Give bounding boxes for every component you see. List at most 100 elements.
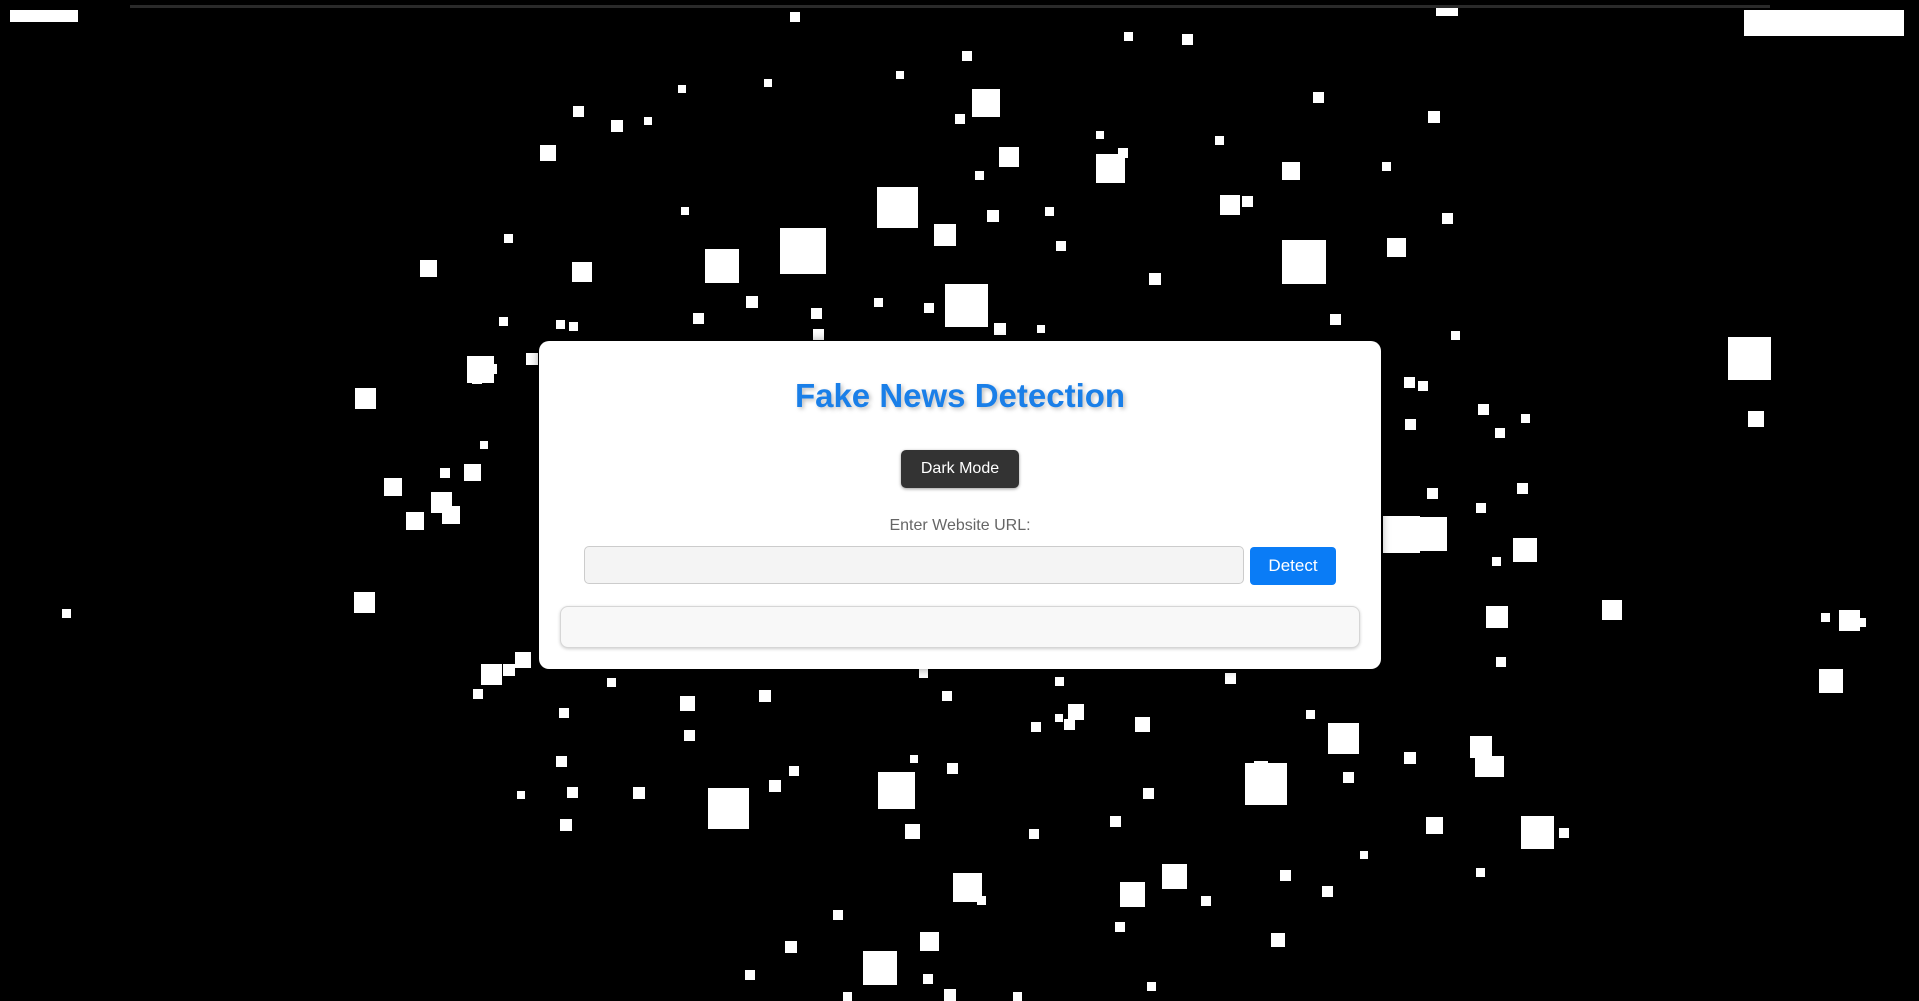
particle-square xyxy=(1517,483,1528,494)
particle-square xyxy=(10,10,78,22)
particle-square xyxy=(1118,148,1128,158)
url-field-label: Enter Website URL: xyxy=(889,517,1031,534)
particle-square xyxy=(1404,752,1416,764)
result-output xyxy=(560,606,1360,648)
particle-square xyxy=(1492,557,1501,566)
particle-square xyxy=(1602,600,1622,620)
particle-square xyxy=(746,296,758,308)
detection-card: Fake News Detection Dark Mode Enter Webs… xyxy=(539,341,1381,669)
particle-square xyxy=(920,932,939,951)
particle-square xyxy=(863,951,897,985)
particle-square xyxy=(1245,763,1287,805)
particle-square xyxy=(1496,657,1506,667)
particle-square xyxy=(680,696,695,711)
particle-square xyxy=(934,224,956,246)
particle-square xyxy=(1360,851,1368,859)
particle-square xyxy=(945,284,988,327)
particle-square xyxy=(947,763,958,774)
particle-square xyxy=(499,317,508,326)
particle-square xyxy=(1427,488,1438,499)
particle-square xyxy=(1442,213,1453,224)
particle-square xyxy=(354,592,375,613)
particle-square xyxy=(1110,816,1121,827)
particle-square xyxy=(923,974,933,984)
page-title: Fake News Detection xyxy=(794,377,1126,414)
particle-square xyxy=(406,512,424,530)
particle-square xyxy=(972,89,1000,117)
particle-square xyxy=(1728,337,1771,380)
particle-square xyxy=(1295,258,1311,274)
particle-square xyxy=(1313,92,1324,103)
particle-square xyxy=(1143,788,1154,799)
particle-square xyxy=(1201,896,1211,906)
particle-square xyxy=(473,689,483,699)
particle-square xyxy=(962,51,972,61)
particle-square xyxy=(569,322,578,331)
particle-square xyxy=(1405,419,1416,430)
particle-square xyxy=(874,298,883,307)
particle-square xyxy=(1162,864,1187,889)
particle-square xyxy=(526,353,538,365)
particle-square xyxy=(517,791,525,799)
particle-square xyxy=(910,755,918,763)
particle-square xyxy=(1404,377,1415,388)
particle-square xyxy=(1242,196,1253,207)
particle-square xyxy=(644,117,652,125)
particle-square xyxy=(1426,817,1443,834)
particle-square xyxy=(556,756,567,767)
particle-square xyxy=(1486,606,1508,628)
particle-square xyxy=(769,780,781,792)
particle-square xyxy=(1436,8,1458,16)
particle-square xyxy=(955,114,965,124)
particle-square xyxy=(480,441,488,449)
particle-square xyxy=(833,910,843,920)
particle-square xyxy=(1495,428,1505,438)
particle-square xyxy=(1387,238,1406,257)
particle-square xyxy=(1521,816,1554,849)
particle-square xyxy=(572,262,592,282)
particle-square xyxy=(611,120,623,132)
particle-square xyxy=(567,787,578,798)
particle-square xyxy=(1008,149,1016,157)
particle-square xyxy=(708,788,749,829)
particle-square xyxy=(924,303,934,313)
particle-square xyxy=(515,652,531,668)
particle-square xyxy=(1225,673,1236,684)
particle-square xyxy=(1149,273,1161,285)
particle-square xyxy=(919,669,928,678)
detect-button[interactable]: Detect xyxy=(1250,547,1336,585)
particle-square xyxy=(705,249,739,283)
particle-square xyxy=(975,171,984,180)
particle-square xyxy=(811,308,822,319)
particle-square xyxy=(843,992,852,1001)
particle-square xyxy=(944,989,956,1001)
particle-square xyxy=(384,478,402,496)
particle-square xyxy=(1418,381,1428,391)
particle-square xyxy=(1478,404,1489,415)
particle-square xyxy=(559,708,569,718)
particle-square xyxy=(1055,714,1063,722)
particle-square xyxy=(1819,669,1843,693)
particle-square xyxy=(503,664,515,676)
particle-square xyxy=(877,187,918,228)
particle-square xyxy=(1857,618,1866,627)
particle-square xyxy=(1559,828,1569,838)
particle-square xyxy=(1451,331,1460,340)
url-input[interactable] xyxy=(584,546,1244,584)
particle-square xyxy=(1068,704,1084,720)
particle-square xyxy=(678,85,686,93)
particle-square xyxy=(487,364,497,374)
particle-square xyxy=(1124,32,1133,41)
particle-square xyxy=(442,506,460,524)
particle-square xyxy=(1476,868,1485,877)
particle-square xyxy=(1476,503,1486,513)
particle-square xyxy=(560,819,572,831)
particle-square xyxy=(1064,719,1075,730)
dark-mode-button[interactable]: Dark Mode xyxy=(901,450,1019,488)
particle-square xyxy=(878,772,915,809)
particle-square xyxy=(1428,111,1440,123)
particle-square xyxy=(607,678,616,687)
particle-square xyxy=(1470,736,1492,758)
particle-square xyxy=(420,260,437,277)
particle-square xyxy=(1056,241,1066,251)
